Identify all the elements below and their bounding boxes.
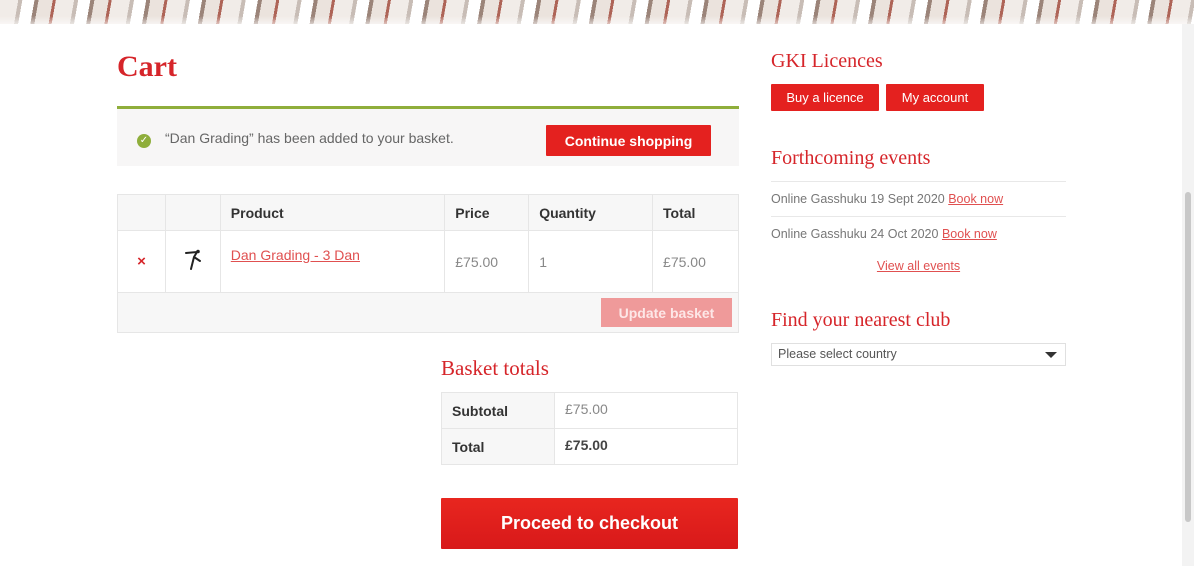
page-title: Cart <box>117 50 177 83</box>
book-now-link[interactable]: Book now <box>948 192 1003 206</box>
total-label: Total <box>441 428 555 465</box>
events-heading: Forthcoming events <box>771 147 931 169</box>
table-row: × Dan Grading - 3 Dan £75.00 1 £75.00 <box>117 230 739 293</box>
events-list: Online Gasshuku 19 Sept 2020 Book now On… <box>771 181 1066 251</box>
cart-table: Product Price Quantity Total × Dan Gradi… <box>117 194 739 333</box>
country-select[interactable]: Please select country <box>771 343 1066 366</box>
product-link[interactable]: Dan Grading - 3 Dan <box>231 247 360 263</box>
proceed-to-checkout-button[interactable]: Proceed to checkout <box>441 498 738 549</box>
product-cell: Dan Grading - 3 Dan <box>219 230 446 293</box>
notice-message: “Dan Grading” has been added to your bas… <box>165 130 454 146</box>
caret-down-icon <box>1045 352 1057 358</box>
cart-header-row: Product Price Quantity Total <box>117 194 739 231</box>
continue-shopping-button[interactable]: Continue shopping <box>546 125 711 156</box>
header-thumbnail <box>164 194 221 231</box>
line-total-cell: £75.00 <box>652 230 739 293</box>
scrollbar-thumb[interactable] <box>1185 192 1191 522</box>
header-product: Product <box>219 194 446 231</box>
cart-actions-row: Update basket <box>117 292 739 333</box>
total-value: £75.00 <box>554 428 738 465</box>
cart-actions-cell: Update basket <box>117 292 739 333</box>
update-basket-button[interactable]: Update basket <box>601 298 732 327</box>
event-name: Online Gasshuku 19 Sept 2020 <box>771 192 945 206</box>
licences-heading: GKI Licences <box>771 50 883 72</box>
club-finder-heading: Find your nearest club <box>771 309 951 331</box>
product-thumbnail[interactable] <box>164 230 221 293</box>
quantity-input[interactable]: 1 <box>528 230 654 293</box>
subtotal-value: £75.00 <box>554 392 738 429</box>
view-all-events-link[interactable]: View all events <box>771 259 1066 273</box>
hero-banner-strip <box>0 0 1194 24</box>
list-item: Online Gasshuku 19 Sept 2020 Book now <box>771 181 1066 216</box>
added-to-basket-notice: ✓ “Dan Grading” has been added to your b… <box>117 106 739 166</box>
subtotal-label: Subtotal <box>441 392 555 429</box>
header-quantity: Quantity <box>528 194 654 231</box>
total-row: Total £75.00 <box>441 428 738 465</box>
page-scrollbar[interactable] <box>1182 24 1194 566</box>
book-now-link[interactable]: Book now <box>942 227 997 241</box>
country-select-value: Please select country <box>778 347 897 361</box>
basket-totals-title: Basket totals <box>441 356 549 380</box>
basket-totals-table: Subtotal £75.00 Total £75.00 <box>441 392 738 465</box>
my-account-button[interactable]: My account <box>886 84 984 111</box>
header-price: Price <box>444 194 530 231</box>
header-remove <box>117 194 166 231</box>
check-circle-icon: ✓ <box>137 134 151 148</box>
buy-licence-button[interactable]: Buy a licence <box>771 84 879 111</box>
event-name: Online Gasshuku 24 Oct 2020 <box>771 227 939 241</box>
price-cell: £75.00 <box>444 230 530 293</box>
header-total: Total <box>652 194 739 231</box>
remove-item-button[interactable]: × <box>117 230 166 293</box>
list-item: Online Gasshuku 24 Oct 2020 Book now <box>771 216 1066 251</box>
subtotal-row: Subtotal £75.00 <box>441 392 738 429</box>
karate-kick-icon <box>184 249 201 270</box>
